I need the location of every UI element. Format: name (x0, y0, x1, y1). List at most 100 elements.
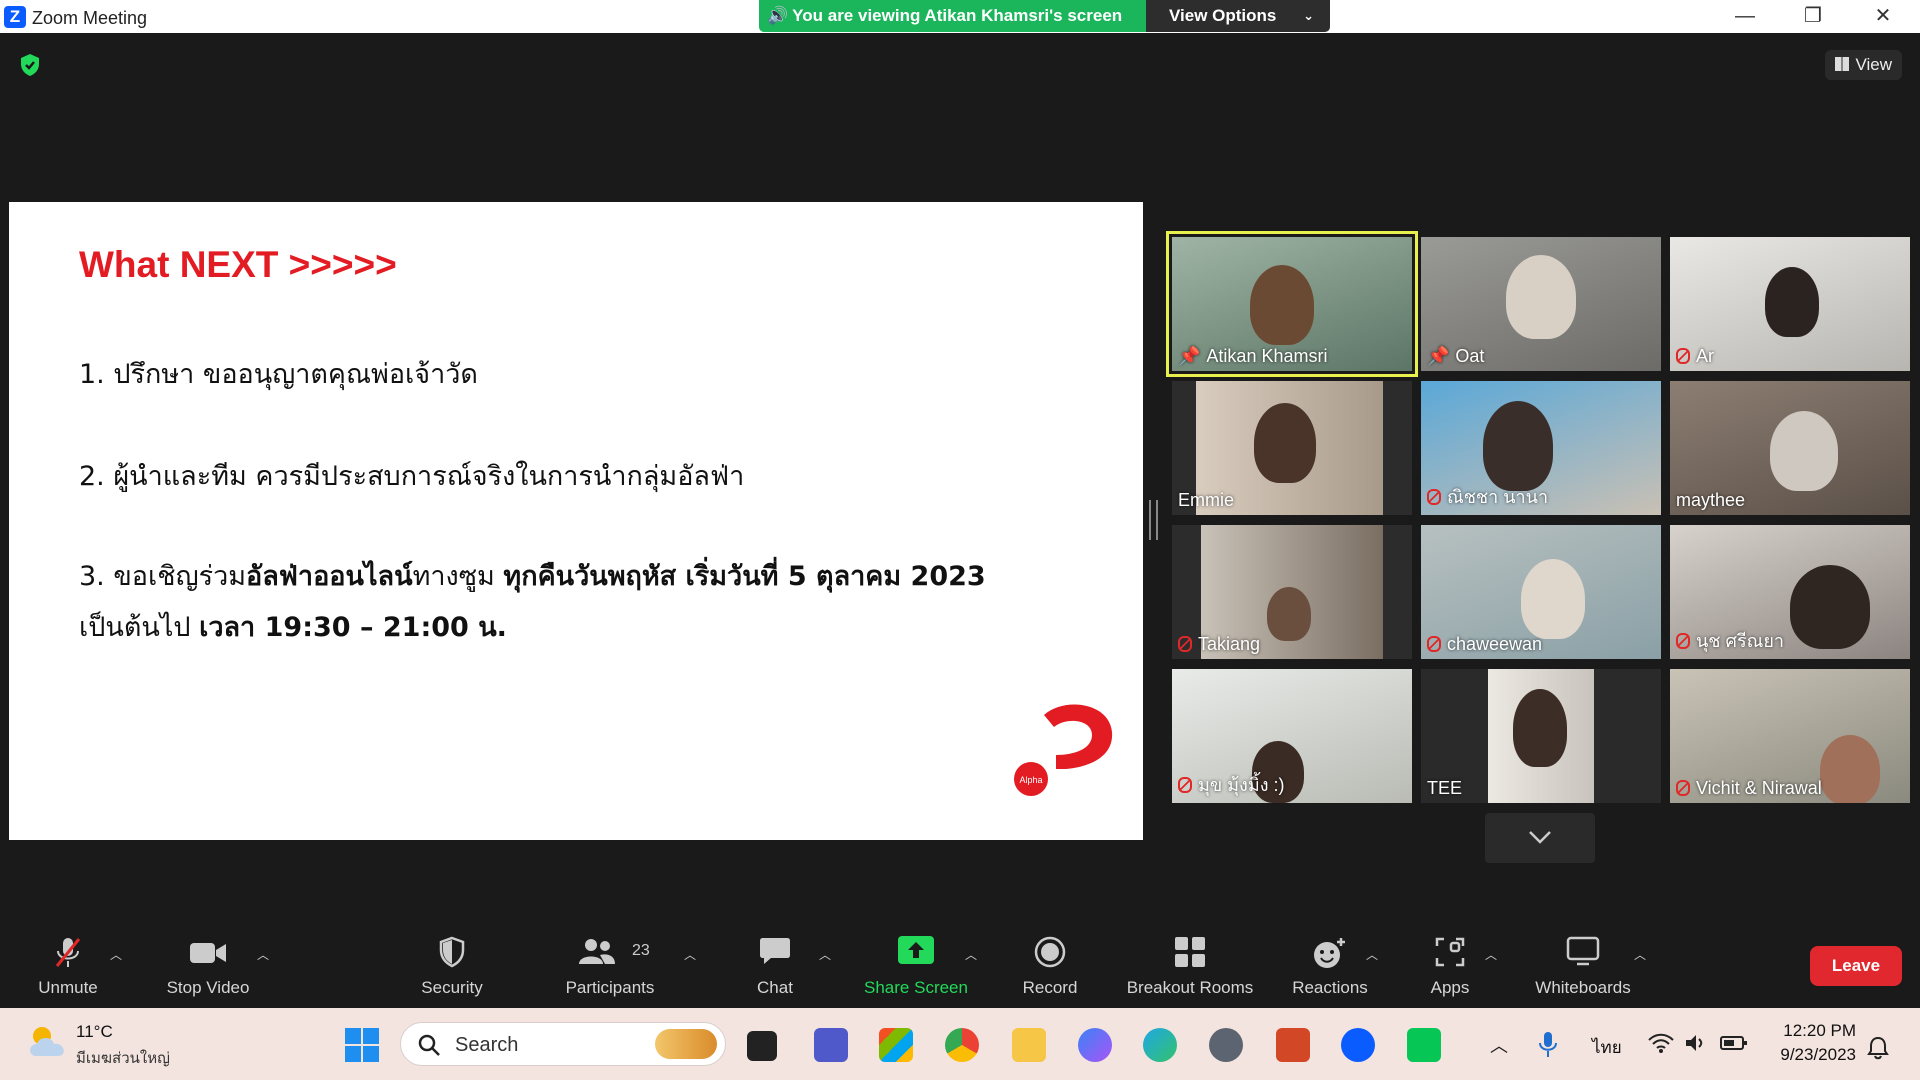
participant-name-label: Ar (1676, 346, 1714, 367)
participants-button[interactable]: 23 Participants (556, 920, 664, 1008)
edge-icon[interactable] (1143, 1028, 1177, 1062)
line-app-icon[interactable] (1407, 1028, 1441, 1062)
record-label: Record (1022, 978, 1078, 997)
security-button[interactable]: Security (412, 920, 492, 1008)
slide-item-3-part: 3. ขอเชิญร่วม (79, 561, 247, 592)
meeting-toolbar: Unmute ︿ Stop Video ︿ Security 23 Partic… (0, 920, 1920, 1008)
title-bar: Z Zoom Meeting 🔊 You are viewing Atikan K… (0, 0, 1920, 33)
apps-label: Apps (1430, 978, 1470, 997)
apps-button[interactable]: Apps (1418, 920, 1482, 1008)
show-hidden-icons-chevron-icon[interactable]: ︿ (1490, 1032, 1508, 1058)
participant-tile[interactable]: maythee (1670, 381, 1910, 515)
weather-temperature: 11°C (76, 1022, 113, 1041)
close-button[interactable]: ✕ (1855, 0, 1911, 33)
slide-item-1: 1. ปรึกษา ขออนุญาตคุณพ่อเจ้าวัด (79, 359, 478, 390)
participant-tile[interactable]: Vichit & Nirawal (1670, 669, 1910, 803)
participant-tile[interactable]: Emmie (1172, 381, 1412, 515)
whiteboards-options-caret[interactable]: ︿ (1634, 946, 1646, 963)
participant-tile[interactable]: มุข มุ้งมิ้ง :) (1172, 669, 1412, 803)
participant-name-label: chaweewan (1427, 634, 1542, 655)
teams-icon[interactable] (814, 1028, 848, 1062)
stop-video-label: Stop Video (166, 978, 250, 997)
notifications-bell-icon[interactable] (1867, 1036, 1889, 1060)
powerpoint-icon[interactable] (1276, 1028, 1310, 1062)
participant-tile[interactable]: Ar (1670, 237, 1910, 371)
volume-icon[interactable] (1684, 1033, 1706, 1053)
unmute-button[interactable]: Unmute (22, 920, 114, 1008)
slide-item-3-part: อัลฟ่าออนไลน์ (246, 561, 413, 592)
windows-start-icon[interactable] (344, 1027, 380, 1063)
breakout-rooms-label: Breakout Rooms (1126, 978, 1254, 997)
weather-cloudy-icon[interactable] (26, 1022, 70, 1060)
search-icon (418, 1034, 440, 1056)
muted-microphone-icon (1676, 780, 1690, 796)
panel-resize-handle[interactable] (1149, 500, 1158, 540)
microphone-status-icon[interactable] (1536, 1030, 1560, 1060)
participant-figure (1820, 735, 1880, 803)
view-button[interactable]: View (1825, 50, 1902, 80)
participant-figure (1483, 401, 1553, 491)
chrome-icon[interactable] (945, 1028, 979, 1062)
restore-button[interactable]: ❐ (1785, 0, 1841, 33)
battery-icon[interactable] (1720, 1035, 1748, 1051)
participant-name-label: นุช ศรีณยา (1676, 626, 1784, 655)
minimize-button[interactable]: — (1717, 0, 1773, 33)
participant-tile[interactable]: Takiang (1172, 525, 1412, 659)
slide-item-3-part: เป็นต้นไป (79, 612, 200, 643)
copilot-icon[interactable] (1078, 1028, 1112, 1062)
breakout-rooms-button[interactable]: Breakout Rooms (1120, 920, 1260, 1008)
record-button[interactable]: Record (1014, 920, 1086, 1008)
microsoft-store-icon[interactable] (879, 1028, 913, 1062)
shared-screen: What NEXT >>>>> 1. ปรึกษา ขออนุญาตคุณพ่อ… (9, 202, 1143, 840)
clock-date[interactable]: 9/23/2023 (1780, 1045, 1856, 1065)
share-screen-arrow-icon (898, 936, 934, 964)
encryption-shield-icon[interactable] (17, 52, 43, 78)
participant-tile[interactable]: TEE (1421, 669, 1661, 803)
unmute-label: Unmute (38, 978, 98, 997)
participant-tile[interactable]: นุช ศรีณยา (1670, 525, 1910, 659)
zoom-logo-icon: Z (4, 6, 26, 28)
show-more-participants-button[interactable] (1485, 813, 1595, 863)
participant-name: Vichit & Nirawal (1696, 778, 1822, 798)
chat-button[interactable]: Chat (745, 920, 805, 1008)
participant-name: chaweewan (1447, 634, 1543, 654)
leave-button[interactable]: Leave (1810, 946, 1902, 986)
participants-icon (579, 939, 616, 964)
reactions-options-caret[interactable]: ︿ (1366, 946, 1378, 963)
slide-item-2: 2. ผู้นำและทีม ควรมีประสบการณ์จริงในการน… (79, 461, 745, 492)
participant-tile[interactable]: 📌 Oat (1421, 237, 1661, 371)
share-options-caret[interactable]: ︿ (965, 946, 977, 963)
input-language[interactable]: ไทย (1592, 1034, 1622, 1061)
participants-label: Participants (565, 978, 655, 997)
participant-tile[interactable]: chaweewan (1421, 525, 1661, 659)
reactions-button[interactable]: Reactions (1286, 920, 1374, 1008)
zoom-taskbar-icon[interactable] (1341, 1028, 1375, 1062)
chevron-down-icon (1529, 831, 1551, 844)
wifi-icon[interactable] (1648, 1032, 1674, 1054)
apps-options-caret[interactable]: ︿ (1485, 946, 1497, 963)
view-options-button[interactable]: View Options ⌄ (1146, 0, 1330, 32)
chevron-down-icon: ⌄ (1303, 8, 1314, 23)
chat-options-caret[interactable]: ︿ (819, 946, 831, 963)
taskbar-search-box[interactable]: Search (400, 1022, 726, 1066)
file-explorer-icon[interactable] (1012, 1028, 1046, 1062)
search-highlight-icon (655, 1029, 717, 1059)
audio-options-caret[interactable]: ︿ (110, 946, 122, 963)
participants-options-caret[interactable]: ︿ (684, 946, 696, 963)
participant-name-label: มุข มุ้งมิ้ง :) (1178, 770, 1284, 799)
stop-video-button[interactable]: Stop Video (158, 920, 258, 1008)
participant-name: maythee (1676, 490, 1746, 510)
settings-gear-icon[interactable] (1209, 1028, 1243, 1062)
clock-time[interactable]: 12:20 PM (1783, 1021, 1856, 1041)
video-options-caret[interactable]: ︿ (257, 946, 269, 963)
share-screen-button[interactable]: Share Screen (858, 920, 974, 1008)
reactions-label: Reactions (1292, 978, 1368, 997)
task-view-icon[interactable] (747, 1031, 777, 1061)
chat-bubble-icon (760, 938, 790, 964)
gallery-view-icon (1835, 57, 1850, 71)
slide-title: What NEXT >>>>> (79, 244, 397, 285)
apps-icon (1435, 937, 1465, 967)
whiteboards-button[interactable]: Whiteboards (1524, 920, 1642, 1008)
participant-tile[interactable]: ณิชชา นานา (1421, 381, 1661, 515)
participant-name-label: TEE (1427, 778, 1462, 799)
